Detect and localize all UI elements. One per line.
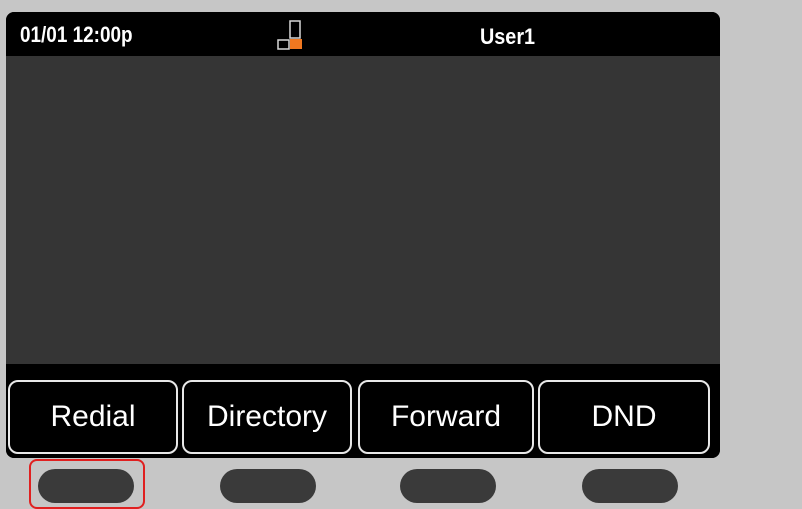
hardware-softkey-button-1[interactable] <box>38 469 134 503</box>
hardware-softkey-button-2[interactable] <box>220 469 316 503</box>
idle-screen-area <box>6 56 720 364</box>
softkey-directory[interactable]: Directory <box>182 380 352 454</box>
date-time: 01/01 12:00p <box>20 22 133 47</box>
hardware-softkey-button-4[interactable] <box>582 469 678 503</box>
phone-screen: 01/01 12:00p User1 Redial Directory Forw… <box>6 12 720 458</box>
softkey-label: Directory <box>206 400 327 433</box>
softkey-forward[interactable]: Forward <box>358 380 534 454</box>
softkey-label: DND <box>591 400 657 433</box>
hardware-softkey-button-3[interactable] <box>400 469 496 503</box>
softkey-label: Redial <box>50 400 136 433</box>
line-status-icon <box>277 18 313 50</box>
softkey-label: Forward <box>390 400 502 433</box>
user-name: User1 <box>480 24 536 49</box>
softkey-bar: Redial Directory Forward DND <box>6 364 720 458</box>
status-bar: 01/01 12:00p User1 <box>6 12 720 56</box>
softkey-dnd[interactable]: DND <box>538 380 710 454</box>
softkey-redial[interactable]: Redial <box>8 380 178 454</box>
